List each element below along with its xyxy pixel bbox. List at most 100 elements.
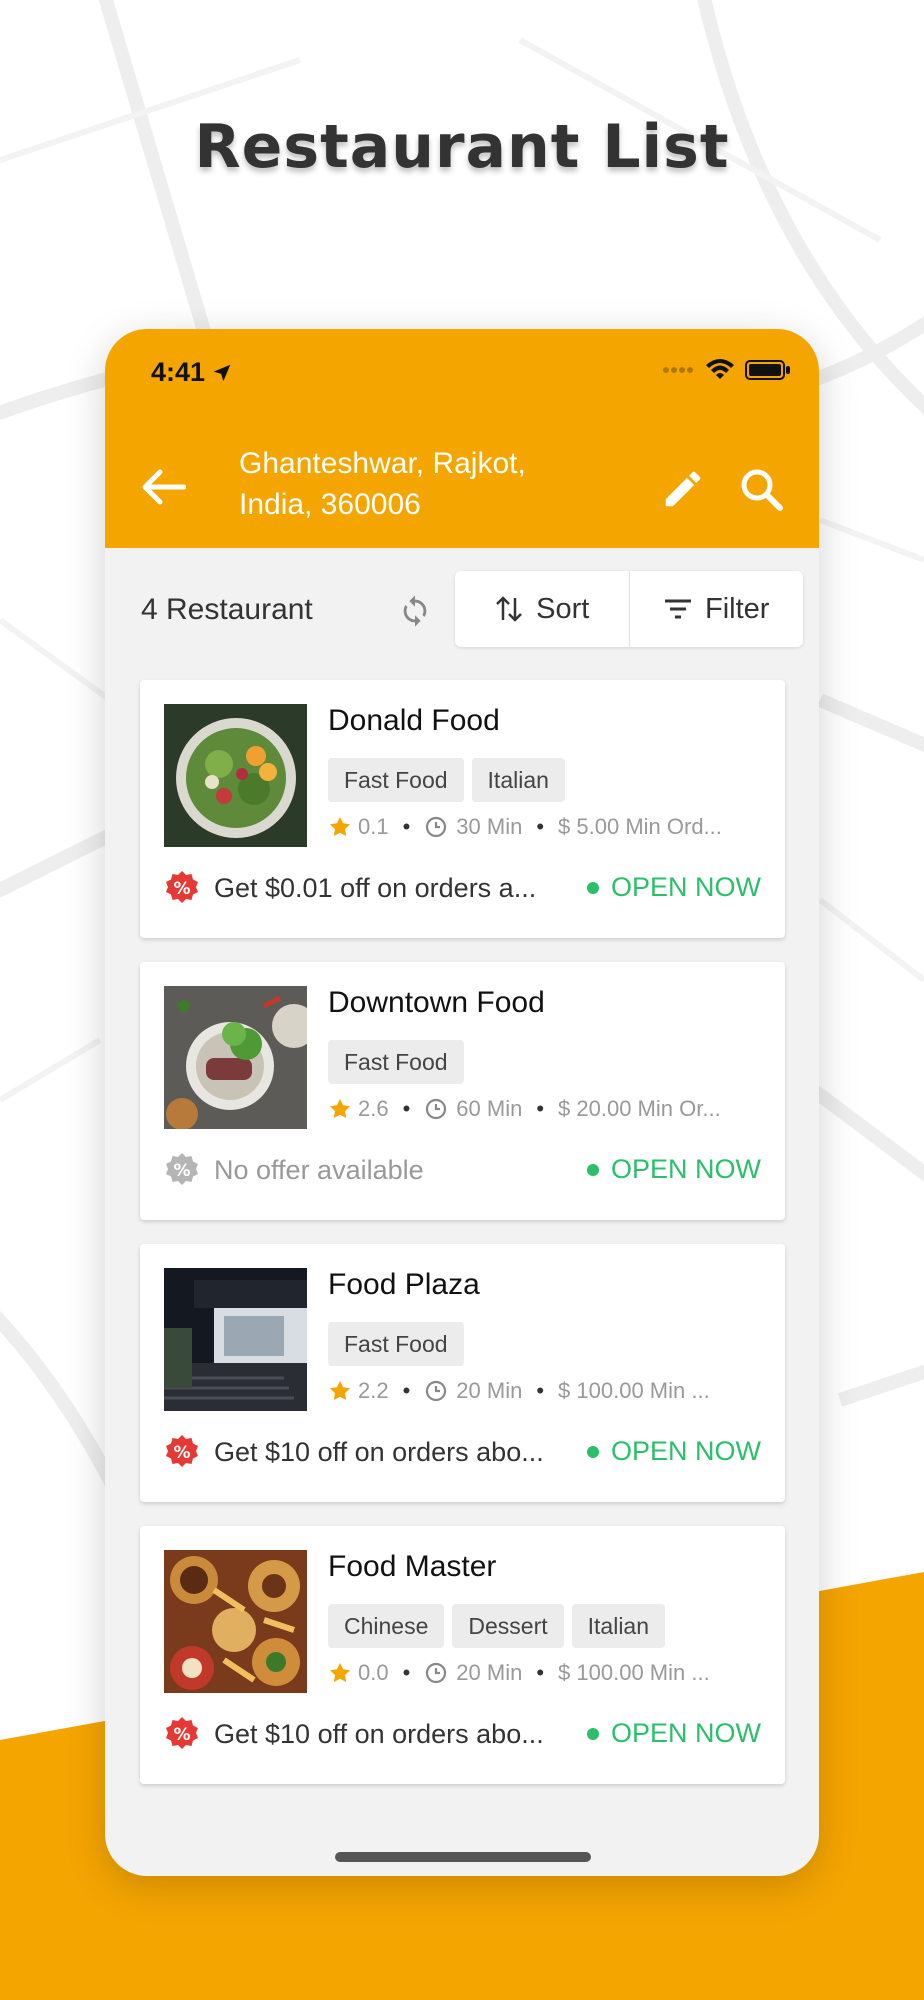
sort-icon [496, 596, 523, 622]
delivery-time: 20 Min [456, 1378, 523, 1403]
edit-location-button[interactable] [657, 463, 709, 515]
offer-text: No offer available [214, 1154, 424, 1185]
cuisine-tag: Fast Food [328, 758, 464, 802]
restaurant-card[interactable]: Food Master Chinese Dessert Italian 0.0 … [140, 1526, 785, 1784]
discount-badge-icon: % [166, 1153, 198, 1185]
restaurant-count: 4 Restaurant [141, 593, 313, 626]
open-status-text: OPEN NOW [610, 1154, 761, 1184]
cuisine-tag: Fast Food [328, 1322, 464, 1366]
filter-label: Filter [705, 592, 770, 625]
cuisine-tags: Fast Food [328, 1040, 464, 1084]
wifi-icon [706, 359, 734, 379]
offer-info: % Get $10 off on orders abo... [164, 1434, 544, 1470]
clock-icon [424, 815, 448, 839]
status-time-text: 4:41 [151, 357, 206, 387]
restaurant-name: Donald Food [328, 704, 500, 737]
restaurant-meta: 2.2 • 20 Min • $ 100.00 Min ... [328, 1378, 768, 1404]
page-title: Restaurant List [194, 112, 730, 182]
svg-text:%: % [173, 879, 190, 899]
pencil-icon [665, 471, 701, 507]
home-indicator[interactable] [335, 1852, 591, 1862]
star-icon [328, 1379, 352, 1403]
separator-dot: • [536, 1096, 545, 1121]
search-button[interactable] [735, 463, 787, 515]
restaurant-card[interactable]: Food Plaza Fast Food 2.2 • 20 Min • $ 10… [140, 1244, 785, 1502]
open-status: OPEN NOW [586, 1718, 761, 1749]
search-icon [741, 469, 783, 511]
filter-icon [665, 599, 692, 619]
restaurant-meta: 0.1 • 30 Min • $ 5.00 Min Ord... [328, 814, 768, 840]
restaurant-name: Food Master [328, 1550, 497, 1583]
location-line-2: India, 360006 [239, 488, 421, 521]
sort-label: Sort [536, 592, 590, 625]
offer-text: Get $0.01 off on orders a... [214, 872, 537, 903]
separator-dot: • [402, 1378, 411, 1403]
restaurant-meta: 2.6 • 60 Min • $ 20.00 Min Or... [328, 1096, 768, 1122]
cuisine-tag: Fast Food [328, 1040, 464, 1084]
delivery-time: 60 Min [456, 1096, 523, 1121]
cuisine-tags: Fast Food Italian [328, 758, 565, 802]
min-order: $ 5.00 Min Ord... [558, 814, 722, 839]
star-icon [328, 1097, 352, 1121]
cuisine-tags: Fast Food [328, 1322, 464, 1366]
rating-value: 0.0 [358, 1660, 389, 1685]
open-status: OPEN NOW [586, 872, 761, 903]
sort-filter-bar: Sort Filter [455, 571, 803, 647]
offer-text: Get $10 off on orders abo... [214, 1718, 544, 1749]
battery-icon [745, 360, 790, 380]
restaurant-meta: 0.0 • 20 Min • $ 100.00 Min ... [328, 1660, 768, 1686]
clock-icon [424, 1097, 448, 1121]
clock-icon [424, 1379, 448, 1403]
signal-icon [663, 367, 693, 373]
cuisine-tags: Chinese Dessert Italian [328, 1604, 666, 1648]
app-header: 4:41 Ghanteshwar, Rajkot, India, 360006 [105, 329, 819, 548]
restaurant-image [164, 1268, 307, 1411]
open-status-text: OPEN NOW [610, 872, 761, 902]
open-status: OPEN NOW [586, 1154, 761, 1185]
min-order: $ 20.00 Min Or... [558, 1096, 721, 1121]
delivery-location[interactable]: Ghanteshwar, Rajkot, India, 360006 [239, 443, 569, 525]
restaurant-card[interactable]: Donald Food Fast Food Italian 0.1 • 30 M… [140, 680, 785, 938]
offer-info: % No offer available [164, 1152, 424, 1188]
open-indicator [586, 1727, 599, 1740]
open-indicator [586, 1163, 599, 1176]
restaurant-card[interactable]: Downtown Food Fast Food 2.6 • 60 Min • $… [140, 962, 785, 1220]
open-indicator [586, 1445, 599, 1458]
star-icon [328, 815, 352, 839]
separator-dot: • [536, 1660, 545, 1685]
min-order: $ 100.00 Min ... [558, 1378, 710, 1403]
back-button[interactable] [135, 459, 191, 515]
sort-button[interactable]: Sort [455, 571, 629, 647]
arrow-left-icon [142, 469, 186, 505]
delivery-time: 20 Min [456, 1660, 523, 1685]
clock-icon [424, 1661, 448, 1685]
separator-dot: • [402, 814, 411, 839]
delivery-time: 30 Min [456, 814, 523, 839]
refresh-button[interactable] [391, 587, 439, 635]
discount-badge-icon: % [166, 1717, 198, 1749]
open-status-text: OPEN NOW [610, 1718, 761, 1748]
location-line-1: Ghanteshwar, Rajkot, [239, 447, 526, 480]
open-indicator [586, 881, 599, 894]
min-order: $ 100.00 Min ... [558, 1660, 710, 1685]
cuisine-tag: Italian [571, 1604, 666, 1648]
status-icons [663, 359, 791, 381]
cuisine-tag: Chinese [328, 1604, 445, 1648]
discount-badge-icon: % [166, 871, 198, 903]
offer-text: Get $10 off on orders abo... [214, 1436, 544, 1467]
separator-dot: • [536, 814, 545, 839]
svg-text:%: % [173, 1725, 190, 1745]
offer-info: % Get $10 off on orders abo... [164, 1716, 544, 1752]
filter-button[interactable]: Filter [628, 571, 804, 647]
phone-screen: 4:41 Ghanteshwar, Rajkot, India, 360006 … [105, 329, 819, 1876]
open-status: OPEN NOW [586, 1436, 761, 1467]
restaurant-image [164, 704, 307, 847]
refresh-icon [403, 595, 427, 627]
location-arrow-icon [213, 364, 231, 381]
separator-dot: • [402, 1096, 411, 1121]
separator-dot: • [402, 1660, 411, 1685]
rating-value: 2.6 [358, 1096, 389, 1121]
cuisine-tag: Dessert [452, 1604, 564, 1648]
svg-text:%: % [173, 1443, 190, 1463]
rating-value: 0.1 [358, 814, 389, 839]
